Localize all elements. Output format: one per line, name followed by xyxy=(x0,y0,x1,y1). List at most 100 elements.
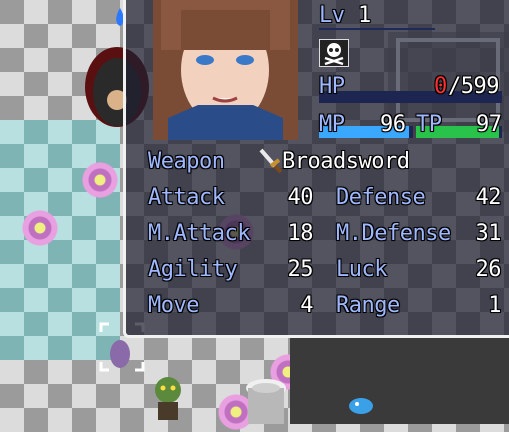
board-tile[interactable] xyxy=(0,240,24,264)
board-tile[interactable] xyxy=(192,336,216,360)
board-tile[interactable] xyxy=(0,144,24,168)
board-tile[interactable] xyxy=(24,24,48,48)
stat-label-range: Range xyxy=(336,293,400,318)
board-tile[interactable] xyxy=(0,312,24,336)
board-tile[interactable] xyxy=(168,336,192,360)
board-tile[interactable] xyxy=(24,264,48,288)
board-tile[interactable] xyxy=(216,360,240,384)
stat-value-defense: 42 xyxy=(475,185,502,210)
board-tile[interactable] xyxy=(48,168,72,192)
board-tile[interactable] xyxy=(24,72,48,96)
board-tile[interactable] xyxy=(0,24,24,48)
tp-value: 97 xyxy=(476,112,502,137)
magic-circle-tile xyxy=(20,208,60,248)
board-tile[interactable] xyxy=(48,360,72,384)
board-tile[interactable] xyxy=(96,216,120,240)
board-tile[interactable] xyxy=(96,408,120,432)
board-tile[interactable] xyxy=(48,120,72,144)
board-tile[interactable] xyxy=(48,336,72,360)
board-tile[interactable] xyxy=(0,120,24,144)
board-tile[interactable] xyxy=(0,168,24,192)
board-tile[interactable] xyxy=(48,384,72,408)
mp-label: MP xyxy=(319,112,345,137)
stat-label-attack: Attack xyxy=(148,185,225,210)
board-tile[interactable] xyxy=(0,0,24,24)
board-tile[interactable] xyxy=(48,0,72,24)
board-tile[interactable] xyxy=(72,336,96,360)
board-tile[interactable] xyxy=(96,240,120,264)
unit-status-panel: Lv 1 HP 0 /599 MP 96 TP 97 Weapon Broads… xyxy=(123,0,509,338)
board-tile[interactable] xyxy=(120,384,144,408)
board-tile[interactable] xyxy=(192,360,216,384)
board-tile[interactable] xyxy=(48,24,72,48)
level-label: Lv xyxy=(319,3,345,28)
green-goblin-sprite[interactable] xyxy=(148,374,188,422)
board-tile[interactable] xyxy=(24,384,48,408)
stat-label-luck: Luck xyxy=(336,257,387,282)
stone-pillar-sprite[interactable] xyxy=(243,376,289,424)
weapon-name: Broadsword xyxy=(282,149,410,174)
hp-label: HP xyxy=(319,74,345,99)
stat-label-m-attack: M.Attack xyxy=(148,221,250,246)
board-tile[interactable] xyxy=(0,288,24,312)
board-tile[interactable] xyxy=(0,96,24,120)
board-tile[interactable] xyxy=(24,360,48,384)
board-tile[interactable] xyxy=(72,360,96,384)
board-tile[interactable] xyxy=(72,384,96,408)
blue-slime-sprite[interactable] xyxy=(346,392,376,416)
board-tile[interactable] xyxy=(48,72,72,96)
skull-icon xyxy=(319,39,349,67)
stat-label-move: Move xyxy=(148,293,199,318)
board-tile[interactable] xyxy=(72,240,96,264)
board-tile[interactable] xyxy=(0,408,24,432)
board-tile[interactable] xyxy=(48,408,72,432)
board-tile[interactable] xyxy=(48,144,72,168)
board-tile[interactable] xyxy=(24,0,48,24)
board-tile[interactable] xyxy=(72,0,96,24)
board-tile[interactable] xyxy=(0,192,24,216)
board-tile[interactable] xyxy=(48,48,72,72)
board-tile[interactable] xyxy=(0,48,24,72)
board-tile[interactable] xyxy=(24,120,48,144)
board-tile[interactable] xyxy=(240,336,264,360)
board-tile[interactable] xyxy=(24,144,48,168)
board-tile[interactable] xyxy=(96,288,120,312)
board-tile[interactable] xyxy=(192,408,216,432)
board-tile[interactable] xyxy=(24,48,48,72)
stat-value-m-defense: 31 xyxy=(475,221,502,246)
board-tile[interactable] xyxy=(24,168,48,192)
board-tile[interactable] xyxy=(24,408,48,432)
tp-label: TP xyxy=(416,112,442,137)
board-tile[interactable] xyxy=(216,336,240,360)
board-tile[interactable] xyxy=(72,288,96,312)
board-tile[interactable] xyxy=(0,264,24,288)
board-tile[interactable] xyxy=(24,288,48,312)
board-tile[interactable] xyxy=(192,384,216,408)
board-tile[interactable] xyxy=(48,288,72,312)
board-tile[interactable] xyxy=(0,384,24,408)
board-tile[interactable] xyxy=(144,336,168,360)
weapon-label: Weapon xyxy=(148,149,225,174)
board-tile[interactable] xyxy=(120,408,144,432)
board-tile[interactable] xyxy=(72,312,96,336)
level-value: 1 xyxy=(358,3,371,28)
board-tile[interactable] xyxy=(72,216,96,240)
level-underline xyxy=(319,28,435,30)
board-tile[interactable] xyxy=(0,360,24,384)
character-portrait xyxy=(153,0,298,140)
stat-value-range: 1 xyxy=(488,293,501,318)
board-tile[interactable] xyxy=(24,96,48,120)
board-tile[interactable] xyxy=(24,312,48,336)
board-tile[interactable] xyxy=(48,96,72,120)
board-tile[interactable] xyxy=(72,408,96,432)
board-tile[interactable] xyxy=(48,312,72,336)
board-tile[interactable] xyxy=(48,264,72,288)
board-tile[interactable] xyxy=(72,264,96,288)
board-tile[interactable] xyxy=(96,384,120,408)
board-tile[interactable] xyxy=(96,264,120,288)
magic-circle-tile xyxy=(80,160,120,200)
stat-label-defense: Defense xyxy=(336,185,426,210)
board-tile[interactable] xyxy=(24,336,48,360)
board-tile[interactable] xyxy=(0,72,24,96)
board-tile[interactable] xyxy=(0,336,24,360)
